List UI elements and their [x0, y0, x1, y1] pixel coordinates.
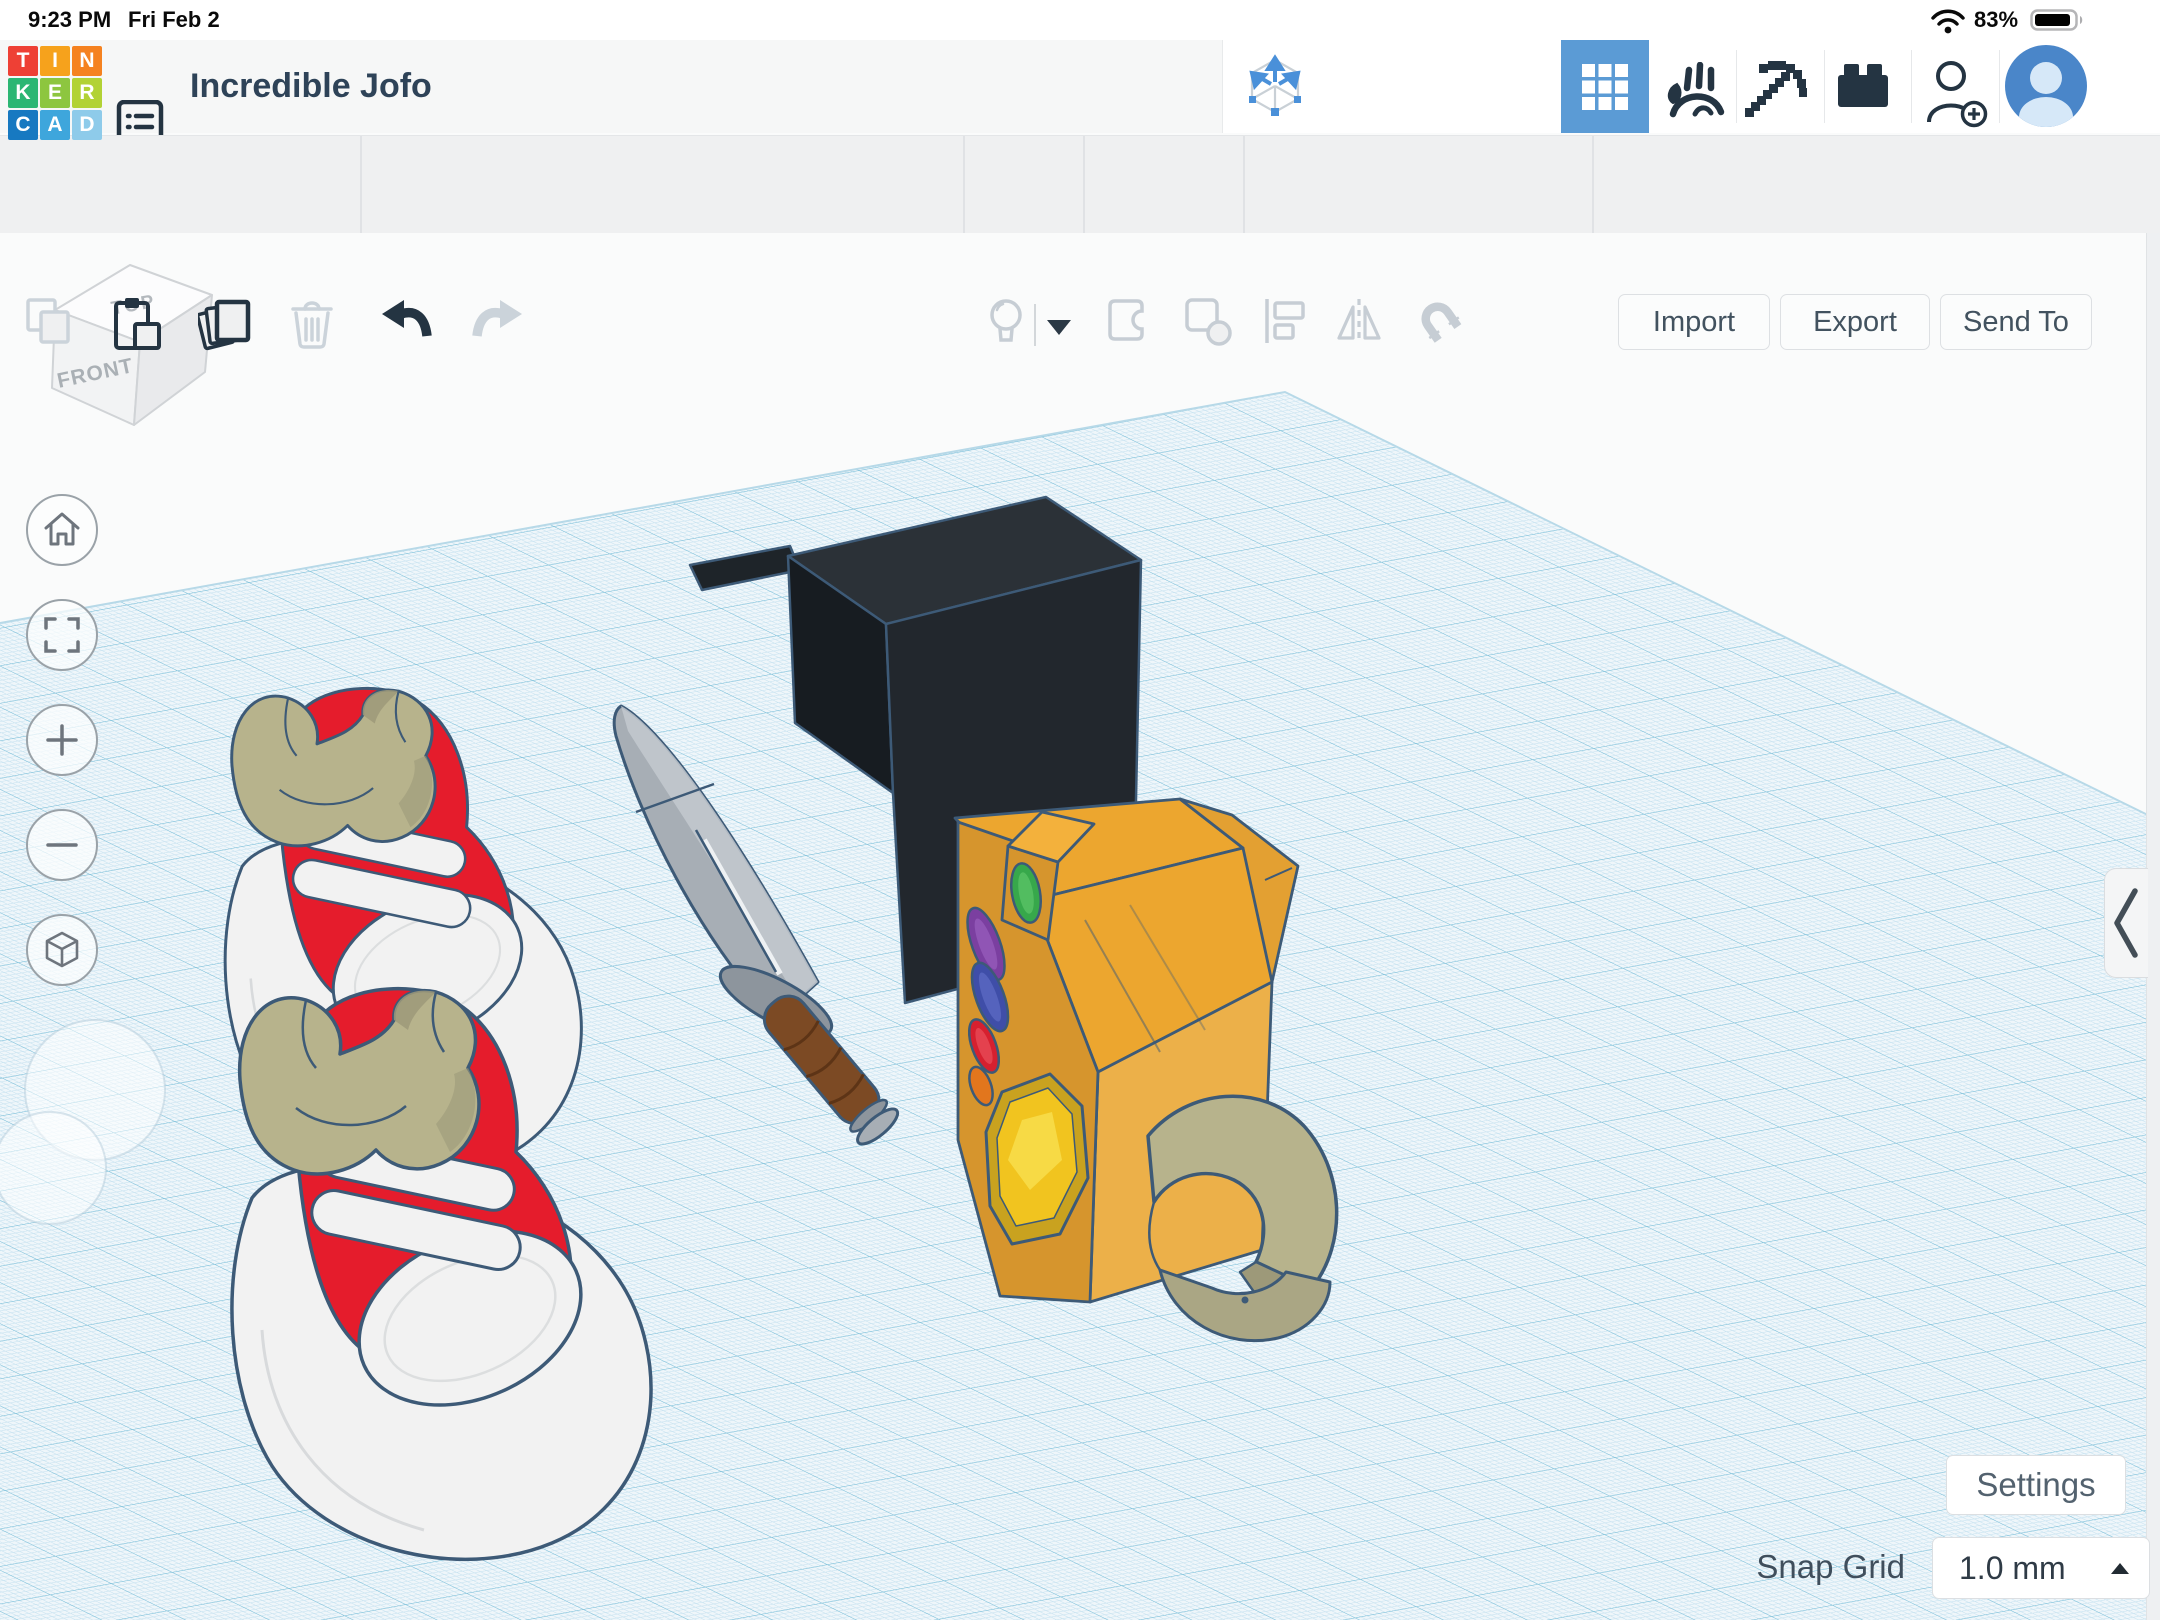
header-divider: [1999, 50, 2000, 123]
duplicate-icon[interactable]: [198, 296, 254, 352]
toolbar-divider: [360, 136, 362, 233]
zoom-out-icon: [42, 825, 82, 865]
undo-icon[interactable]: [380, 296, 432, 346]
header-divider: [1911, 50, 1912, 123]
dropdown-up-caret-icon: [2111, 1563, 2129, 1574]
header-divider: [1824, 50, 1825, 123]
mirror-icon[interactable]: [1334, 296, 1384, 346]
view-cube[interactable]: TOP FRONT: [30, 247, 260, 477]
logo-tile: D: [72, 110, 102, 140]
header-right-section: AR Viewer: [1222, 40, 2160, 133]
toolbar-divider: [1243, 136, 1245, 233]
status-time: 9:23 PM: [28, 7, 111, 33]
toolbar-divider: [1083, 136, 1085, 233]
battery-percent: 83%: [1974, 7, 2018, 33]
toolbar: Import Export Send To: [0, 135, 2160, 233]
redo-icon[interactable]: [472, 296, 524, 346]
design-canvas[interactable]: TOP FRONT Settings Snap Grid: [0, 232, 2160, 1620]
logo-tile: E: [40, 78, 70, 108]
workplane-3d-scene[interactable]: [0, 232, 2160, 1620]
toolbar-divider: [963, 136, 965, 233]
magnet-icon[interactable]: [1414, 296, 1466, 348]
snap-grid-label: Snap Grid: [1650, 1548, 1905, 1586]
zoom-in-icon: [42, 720, 82, 760]
home-view-button[interactable]: [26, 494, 98, 566]
logo-tile: N: [72, 46, 102, 76]
tinkercad-logo[interactable]: T I N K E R C A D: [8, 46, 104, 142]
align-icon[interactable]: [1262, 296, 1310, 346]
zoom-in-button[interactable]: [26, 704, 98, 776]
app-header: AR Viewer: [0, 40, 2160, 133]
logo-tile: R: [72, 78, 102, 108]
copy-icon[interactable]: [24, 296, 76, 348]
snap-grid-dropdown[interactable]: 1.0 mm: [1932, 1537, 2150, 1599]
hand-icon[interactable]: [1663, 62, 1727, 120]
fit-view-button[interactable]: [26, 599, 98, 671]
logo-tile: I: [40, 46, 70, 76]
toolbar-divider: [1592, 136, 1594, 233]
import-button[interactable]: Import: [1618, 294, 1770, 350]
logo-tile: T: [8, 46, 38, 76]
perspective-toggle-button[interactable]: [26, 914, 98, 986]
grid-view-icon: [1580, 62, 1630, 112]
fit-view-icon: [42, 615, 82, 655]
right-panel-strip: [2146, 232, 2160, 1620]
perspective-icon: [42, 930, 82, 970]
logo-tile: K: [8, 78, 38, 108]
logo-tile: A: [40, 110, 70, 140]
avatar[interactable]: [2005, 45, 2087, 127]
wifi-icon: [1930, 6, 1966, 34]
settings-button[interactable]: Settings: [1946, 1455, 2126, 1515]
pickaxe-icon[interactable]: [1745, 58, 1809, 122]
avatar-silhouette: [2005, 45, 2087, 127]
add-person-icon[interactable]: [1923, 56, 1989, 128]
export-button[interactable]: Export: [1780, 294, 1930, 350]
home-view-icon: [42, 510, 82, 550]
send-to-button[interactable]: Send To: [1940, 294, 2092, 350]
document-title[interactable]: Incredible Jofo: [190, 40, 432, 133]
panel-expand-tab[interactable]: [2104, 868, 2148, 978]
group-icon[interactable]: [1103, 296, 1151, 344]
delete-icon[interactable]: [288, 296, 336, 352]
status-date: Fri Feb 2: [128, 7, 220, 33]
paste-icon[interactable]: [112, 296, 164, 352]
battery-icon: [2030, 6, 2088, 34]
status-bar: 9:23 PM Fri Feb 2 83%: [0, 0, 2160, 40]
brick-icon[interactable]: [1837, 64, 1893, 116]
zoom-out-button[interactable]: [26, 809, 98, 881]
infinity-gauntlet-model[interactable]: [955, 799, 1298, 1302]
show-all-icon[interactable]: [982, 296, 1030, 348]
bulb-dropdown-divider: [1034, 304, 1036, 346]
dropdown-caret-icon[interactable]: [1046, 318, 1072, 336]
snap-grid-value: 1.0 mm: [1959, 1550, 2111, 1587]
ungroup-icon[interactable]: [1183, 296, 1233, 346]
logo-tile: C: [8, 110, 38, 140]
collapse-panel-chevron-icon: [2109, 881, 2145, 965]
header-divider: [1736, 50, 1737, 123]
ar-viewer-icon[interactable]: [1247, 54, 1303, 120]
grid-view-button[interactable]: [1561, 40, 1649, 133]
